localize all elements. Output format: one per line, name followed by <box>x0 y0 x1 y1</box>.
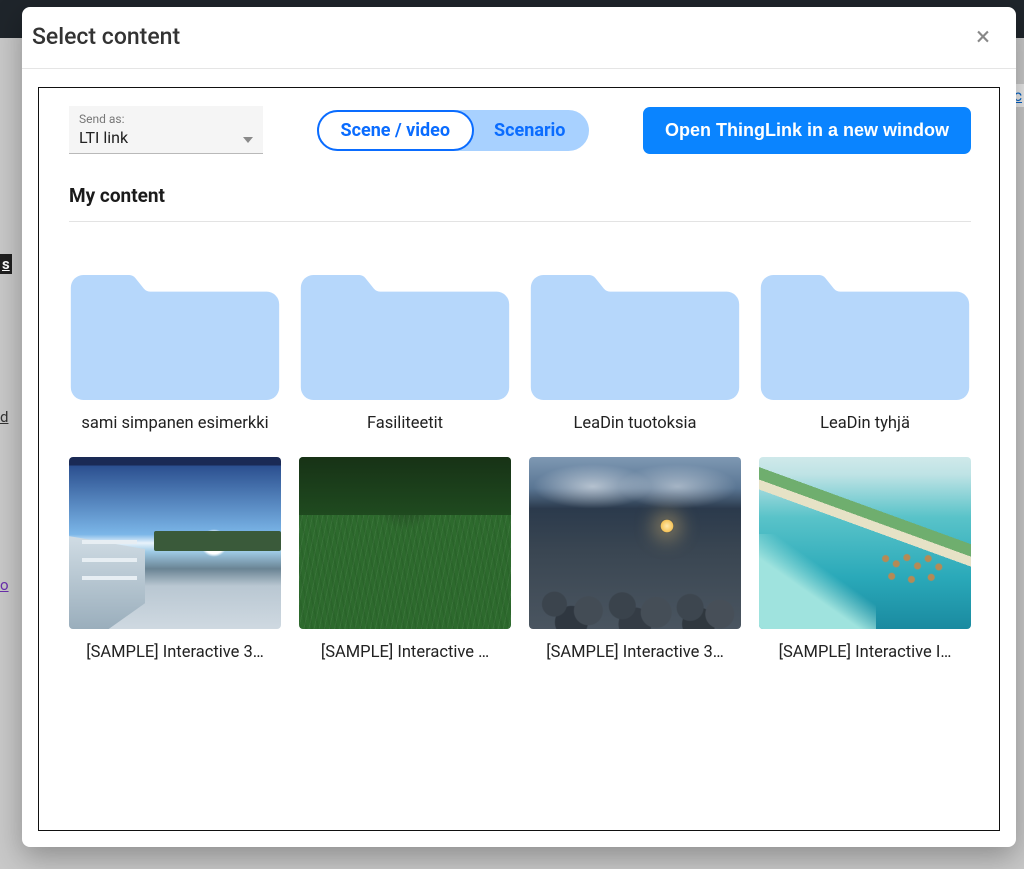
scene-label: [SAMPLE] Interactive … <box>299 643 511 662</box>
folder-label: sami simpanen esimerkki <box>69 414 281 433</box>
toggle-option-scenario[interactable]: Scenario <box>472 112 587 149</box>
scene-thumbnail <box>529 457 741 629</box>
send-as-select[interactable]: Send as: LTI link <box>69 106 263 154</box>
scene-label: [SAMPLE] Interactive I… <box>759 643 971 662</box>
close-icon[interactable]: × <box>972 24 994 50</box>
folder-icon <box>299 250 511 400</box>
scene-label: [SAMPLE] Interactive 3… <box>69 643 281 662</box>
scene-item[interactable]: [SAMPLE] Interactive 3… <box>529 457 741 662</box>
folder-label: LeaDin tyhjä <box>759 414 971 433</box>
bg-text: s <box>0 254 12 274</box>
scene-thumbnail <box>299 457 511 629</box>
modal-body: Send as: LTI link Scene / video Scenario… <box>22 69 1016 847</box>
bg-text: o <box>0 576 9 594</box>
select-content-modal: Select content × Send as: LTI link Scene… <box>22 7 1016 847</box>
folder-item[interactable]: Fasiliteetit <box>299 250 511 433</box>
toggle-option-scene-video[interactable]: Scene / video <box>317 110 475 151</box>
folder-icon <box>69 250 281 400</box>
scene-item[interactable]: [SAMPLE] Interactive … <box>299 457 511 662</box>
folder-item[interactable]: LeaDin tuotoksia <box>529 250 741 433</box>
chevron-down-icon <box>243 137 253 143</box>
folder-label: Fasiliteetit <box>299 414 511 433</box>
modal-header: Select content × <box>22 7 1016 69</box>
scene-thumbnail <box>759 457 971 629</box>
send-as-value: LTI link <box>79 126 253 149</box>
folder-icon <box>759 250 971 400</box>
folder-icon <box>529 250 741 400</box>
content-grid: sami simpanen esimerkki Fasiliteetit Lea… <box>69 250 971 662</box>
content-type-toggle: Scene / video Scenario <box>317 110 590 151</box>
folder-label: LeaDin tuotoksia <box>529 414 741 433</box>
toggle-wrap: Scene / video Scenario <box>283 110 623 151</box>
content-panel: Send as: LTI link Scene / video Scenario… <box>38 87 1000 831</box>
scene-item[interactable]: [SAMPLE] Interactive 3… <box>69 457 281 662</box>
scene-item[interactable]: [SAMPLE] Interactive I… <box>759 457 971 662</box>
bg-text: d <box>0 408 8 426</box>
scene-label: [SAMPLE] Interactive 3… <box>529 643 741 662</box>
folder-item[interactable]: sami simpanen esimerkki <box>69 250 281 433</box>
section-title-my-content: My content <box>69 184 971 222</box>
open-thinglink-button[interactable]: Open ThingLink in a new window <box>643 107 971 154</box>
folder-item[interactable]: LeaDin tyhjä <box>759 250 971 433</box>
controls-row: Send as: LTI link Scene / video Scenario… <box>69 106 971 154</box>
send-as-label: Send as: <box>79 112 253 126</box>
scene-thumbnail <box>69 457 281 629</box>
modal-title: Select content <box>32 23 180 50</box>
